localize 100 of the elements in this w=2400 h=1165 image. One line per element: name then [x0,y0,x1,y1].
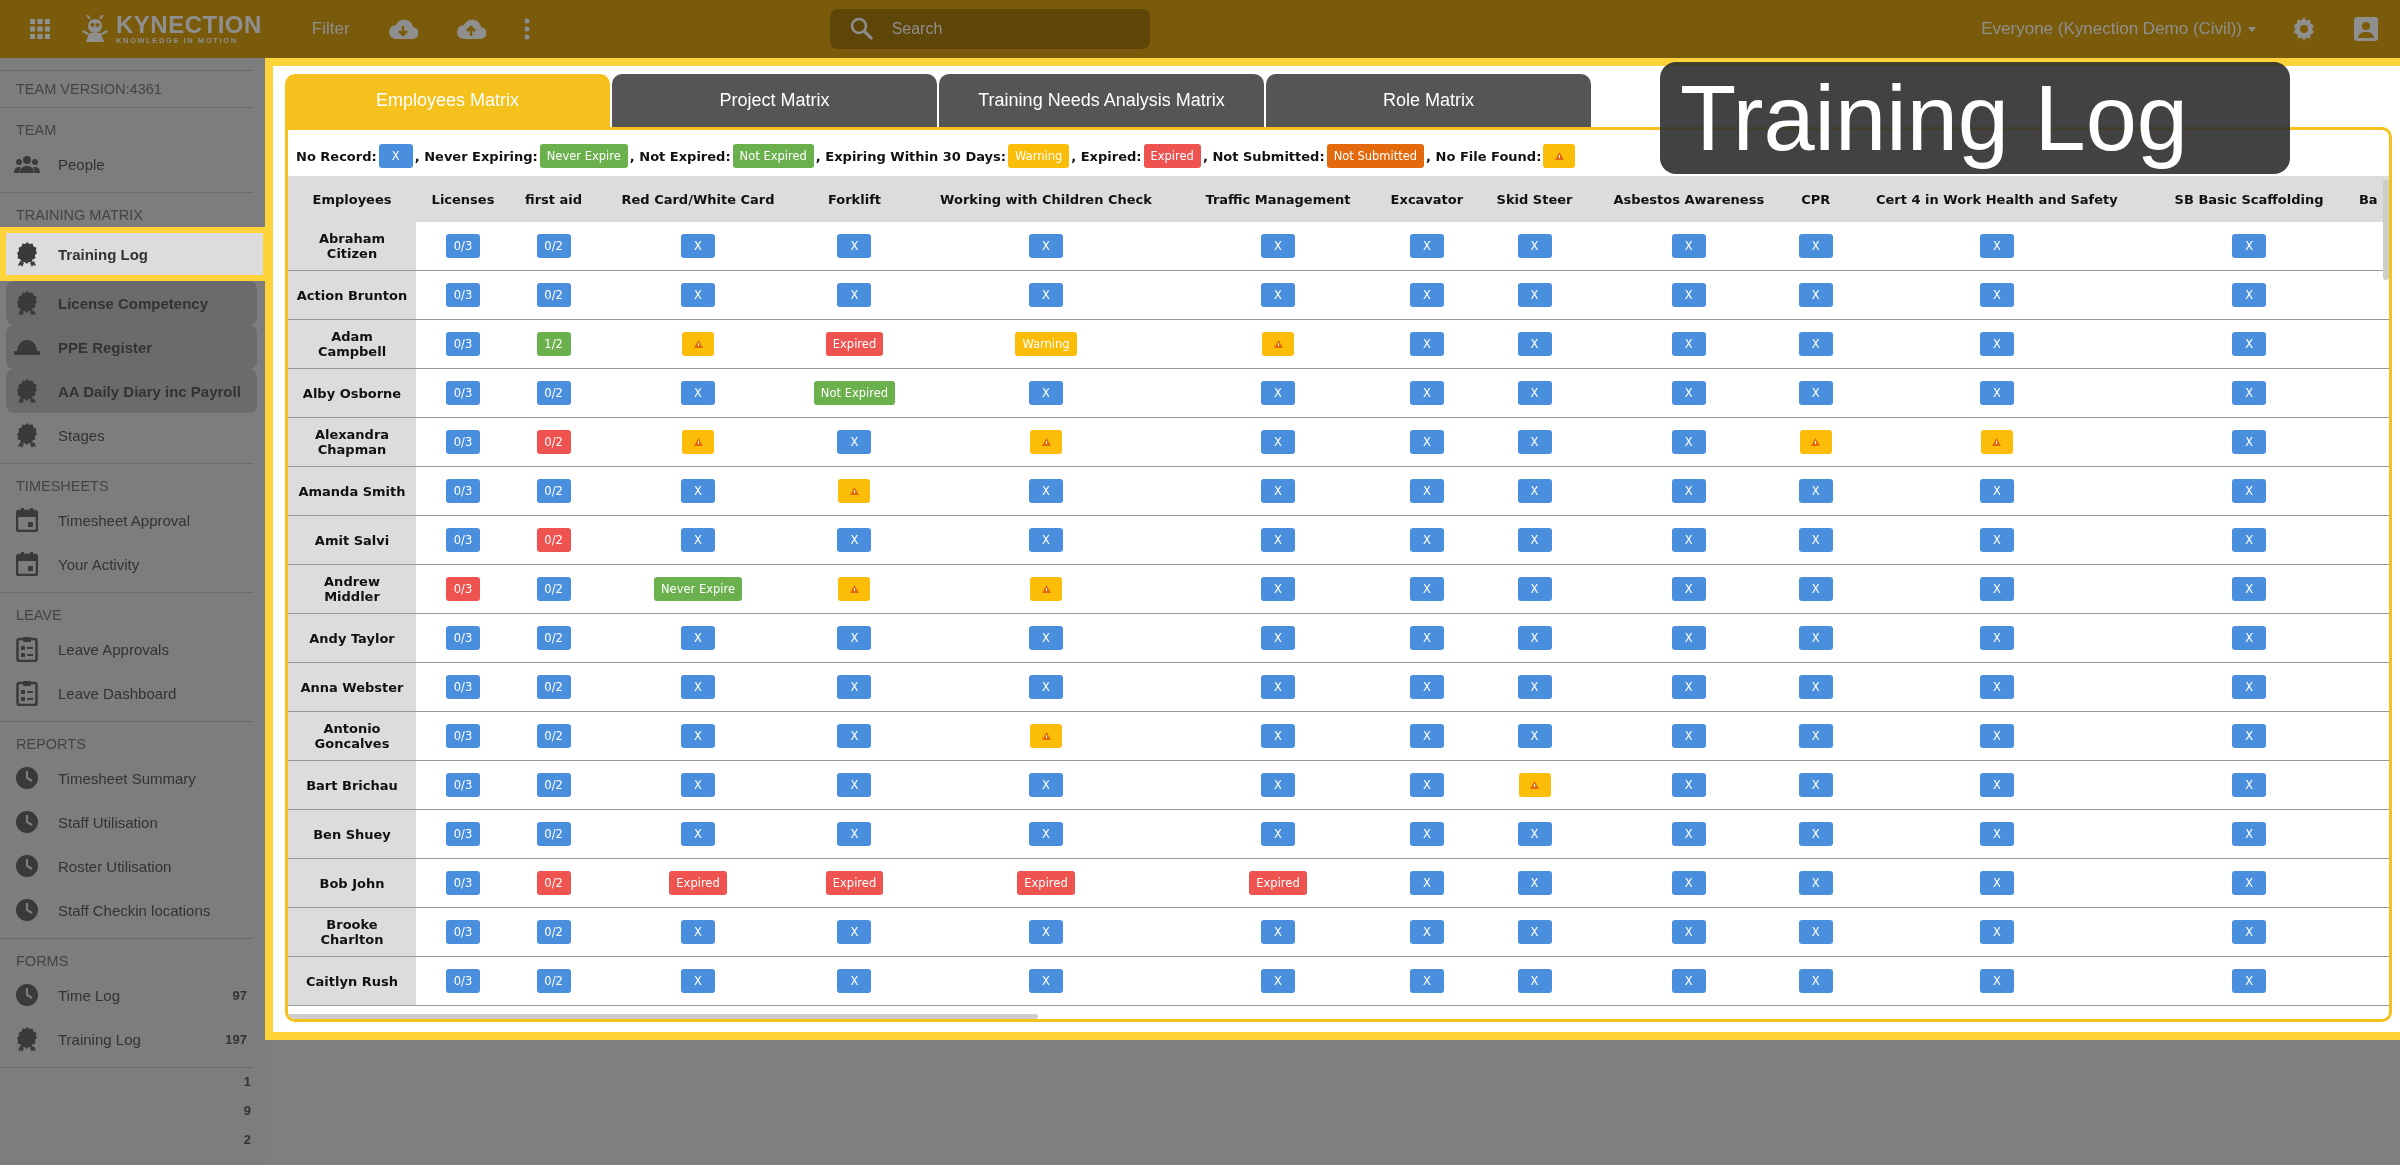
status-badge: X [1517,381,1552,405]
nav-item[interactable]: Staff Utilisation [0,800,259,844]
search-icon [849,17,874,41]
status-badge: X [1409,528,1444,552]
status-badge: X [1671,626,1706,650]
warning-icon [1811,438,1821,446]
download-button[interactable] [387,18,418,40]
column-header: Cert 4 in Work Health and Safety [1843,176,2151,222]
status-badge: X [2232,528,2267,552]
status-badge: X [1517,430,1552,454]
status-badge: X [1261,528,1295,552]
status-badge: X [1671,773,1706,797]
section-heading: REPORTS [15,735,87,754]
status-badge: Expired [825,871,884,895]
nav-item[interactable]: Your Activity [0,542,259,586]
clipboard-icon [16,680,38,706]
status-badge: Not Expired [813,381,896,405]
nav-item[interactable]: Leave Dashboard [0,671,259,715]
status-badge: X [1798,822,1833,846]
status-badge: 0/3 [446,773,480,797]
status-badge: 0/2 [536,724,571,748]
matrix-tab[interactable]: Project Matrix [612,74,937,127]
status-badge: X [837,969,872,993]
helmet-icon [14,338,40,356]
nav-item[interactable]: AA Daily Diary inc Payroll [6,369,257,413]
column-header: Licenses [416,176,510,222]
status-badge: 0/3 [446,822,480,846]
matrix-tab[interactable]: Training Needs Analysis Matrix [939,74,1264,127]
nav-item[interactable]: License Competency [6,281,257,325]
vertical-scrollbar[interactable] [2383,180,2389,280]
horizontal-scrollbar[interactable] [288,1014,1038,1019]
item-count: 197 [225,1031,247,1047]
status-badge: X [681,626,715,650]
status-badge: 0/2 [536,920,571,944]
status-badge: 0/3 [446,283,480,307]
status-badge: X [1517,969,1552,993]
nav-item[interactable]: Time Log 97 [0,973,259,1017]
status-badge: Expired [1143,144,1201,168]
upload-button[interactable] [455,18,486,40]
status-badge: X [1517,675,1552,699]
column-header: Employees [288,176,416,222]
status-badge: X [1261,969,1295,993]
status-badge: 0/2 [536,283,571,307]
team-selector[interactable]: Everyone (Kynection Demo (Civil)) [1975,18,2262,40]
more-menu-button[interactable] [523,18,530,40]
brand-name: KYNECTION [116,13,262,38]
nav-item[interactable]: Roster Utilisation [0,844,259,888]
status-badge: X [1409,724,1444,748]
matrix-tab[interactable]: Employees Matrix [285,74,610,127]
status-badge: 0/3 [446,969,480,993]
status-badge: 0/2 [536,626,571,650]
search-field[interactable]: Search [829,9,1150,49]
account-icon[interactable] [2354,17,2378,41]
nav-item[interactable]: Training Log 197 [0,1017,259,1061]
status-badge: X [1979,822,2014,846]
settings-icon[interactable] [2292,17,2316,41]
status-badge: X [1261,773,1295,797]
status-badge: X [1517,479,1552,503]
status-badge: X [1979,920,2014,944]
status-badge: X [1798,626,1833,650]
status-badge: X [2232,773,2267,797]
apps-grid-icon[interactable] [30,19,50,39]
status-badge: X [2232,479,2267,503]
status-badge: X [1798,920,1833,944]
status-badge: X [1671,234,1706,258]
filter-button[interactable]: Filter [311,19,350,39]
legend-label: No Record: [296,148,377,164]
status-badge: 0/3 [446,920,480,944]
status-badge: X [1671,332,1706,356]
people-icon [14,155,40,173]
status-badge: X [1409,283,1444,307]
status-badge: X [2232,577,2267,601]
status-badge: X [1798,969,1833,993]
nav-item[interactable]: People [0,142,259,186]
status-badge: X [1517,234,1552,258]
column-header: Excavator [1374,176,1480,222]
employee-name: Alexandra Chapman [288,417,416,467]
warning-icon [1041,585,1051,593]
nav-item[interactable]: Staff Checkin locations [0,888,259,932]
status-badge: X [1029,528,1063,552]
employee-name: Brooke Charlton [288,907,416,957]
status-badge: X [2232,871,2267,895]
nav-item[interactable]: Timesheet Summary [0,756,259,800]
status-badge: X [1798,234,1833,258]
nav-item[interactable]: Stages [0,413,259,457]
nav-item[interactable]: Leave Approvals [0,627,259,671]
legend-label: , Expired: [1071,148,1142,164]
status-badge: X [1517,626,1552,650]
more-icon [523,18,530,40]
status-badge: 0/3 [446,234,480,258]
matrix-tab[interactable]: Role Matrix [1266,74,1591,127]
item-count: 2 [243,1132,251,1147]
status-badge: X [2232,234,2267,258]
status-badge: 0/2 [536,479,571,503]
nav-item[interactable]: PPE Register [6,325,257,369]
column-header: Traffic Management [1181,176,1375,222]
legend-label: , No File Found: [1426,148,1542,164]
status-badge: X [681,969,715,993]
column-header: Working with Children Check [910,176,1182,222]
nav-item[interactable]: Timesheet Approval [0,498,259,542]
